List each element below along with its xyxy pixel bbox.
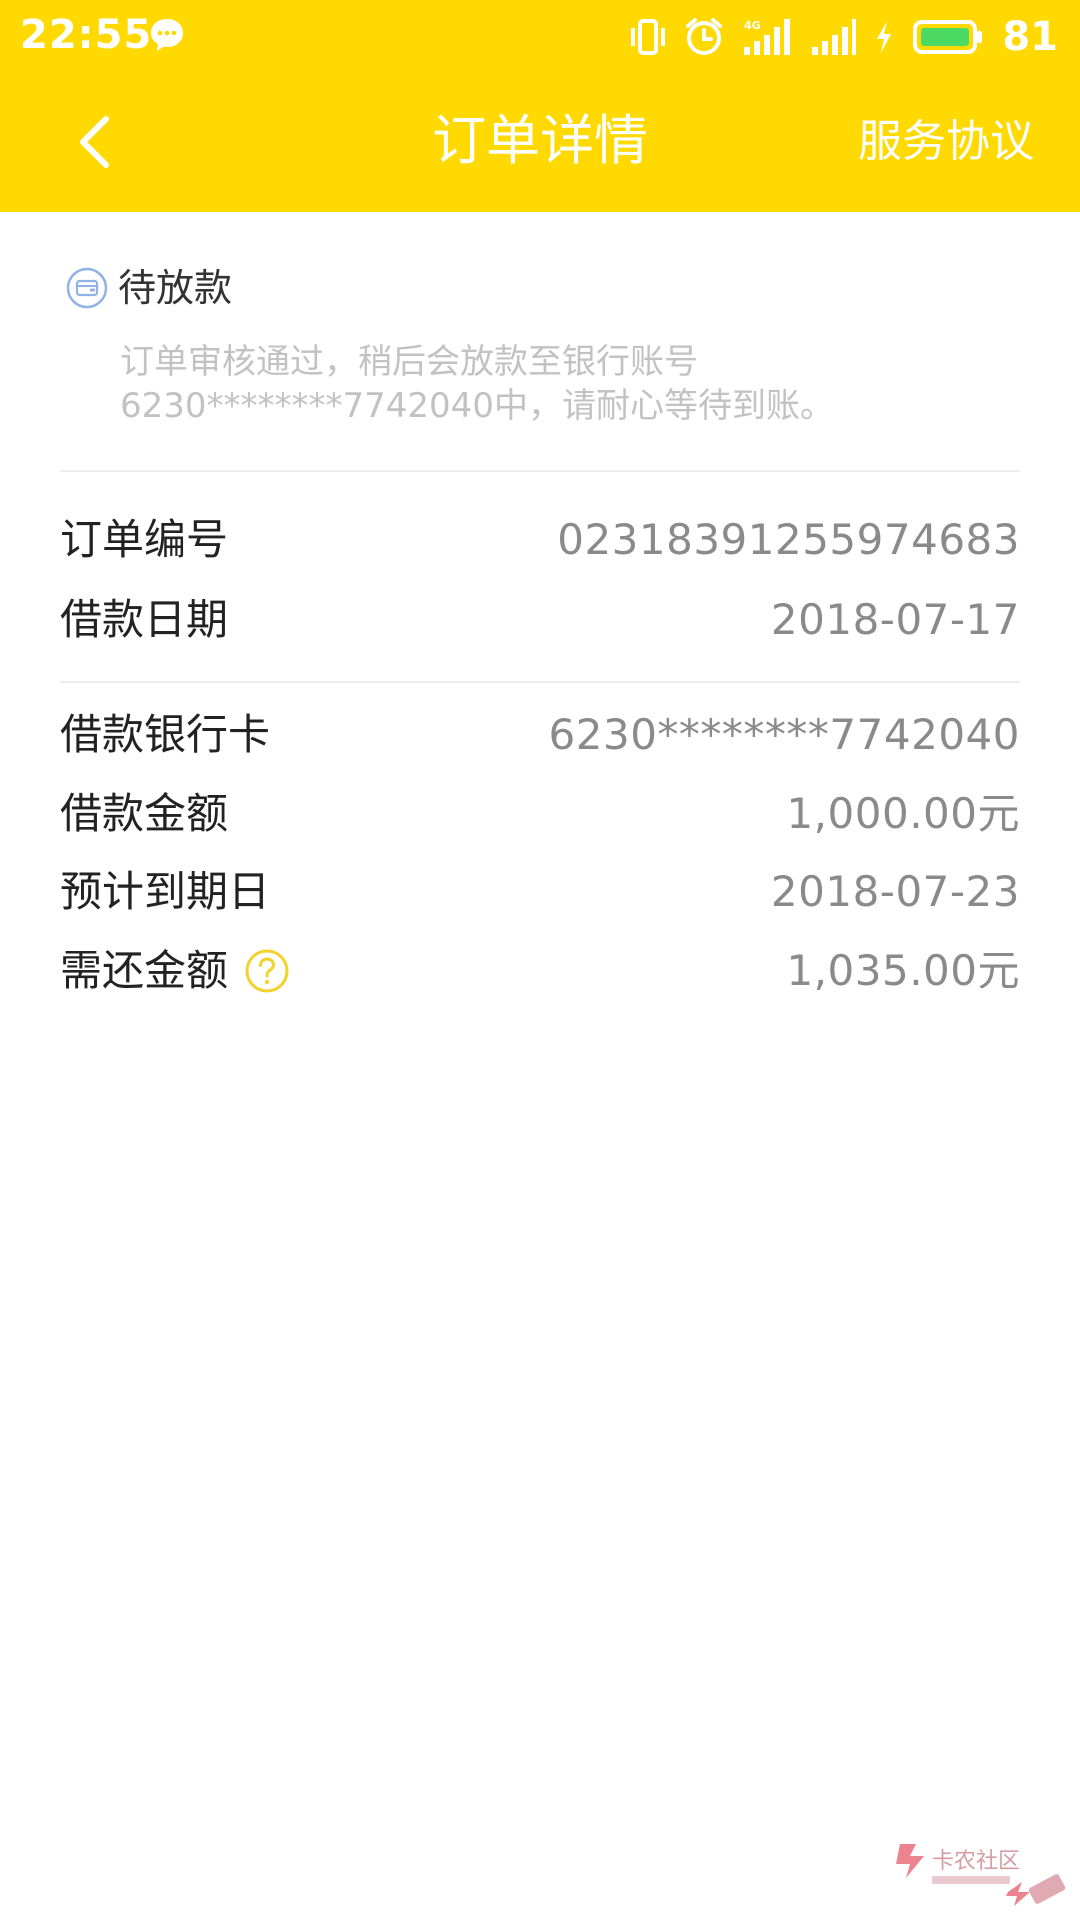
divider <box>60 470 1020 472</box>
row-label: 借款日期 <box>60 595 229 644</box>
info-row-loan-date: 借款日期 2018-07-17 <box>60 585 1020 655</box>
row-value: 2018-07-17 <box>770 595 1020 644</box>
watermark-text: 卡农社区 <box>932 1849 1020 1874</box>
status-time: 22:55 <box>20 12 153 58</box>
question-icon[interactable] <box>244 948 290 994</box>
row-label: 订单编号 <box>60 515 229 564</box>
row-label: 借款银行卡 <box>60 710 271 759</box>
network-type-label: 4G <box>744 19 761 32</box>
row-value: 1,035.00元 <box>786 946 1020 995</box>
service-agreement-link[interactable]: 服务协议 <box>858 114 1034 170</box>
chat-notification-icon <box>151 19 183 51</box>
row-value: 02318391255974683 <box>557 515 1020 564</box>
order-status-description: 订单审核通过，稍后会放款至银行账号6230********7742040中，请耐… <box>120 342 834 426</box>
vibrate-icon <box>631 19 666 55</box>
repay-amount-label: 需还金额 <box>60 946 229 995</box>
row-value: 6230********7742040 <box>548 710 1020 759</box>
signal-4g-icon: 4G <box>744 19 791 55</box>
info-row-loan-amount: 借款金额 1,000.00元 <box>60 779 1020 849</box>
row-value: 1,000.00元 <box>786 789 1020 838</box>
status-bar: 22:55 4G 81 <box>0 0 1080 70</box>
info-row-repay-amount: 需还金额 1,035.00元 <box>60 936 1020 1006</box>
charging-icon <box>877 21 892 53</box>
order-status-title: 待放款 <box>118 266 233 310</box>
status-title-row: 待放款 <box>66 264 232 312</box>
row-label: 需还金额 <box>60 936 290 1006</box>
row-label: 预计到期日 <box>60 867 271 916</box>
header: 22:55 4G 81 订单详情 服务协议 <box>0 0 1080 212</box>
nav-bar: 订单详情 服务协议 <box>0 70 1080 212</box>
divider <box>60 681 1020 683</box>
battery-icon <box>913 20 983 54</box>
row-value: 2018-07-23 <box>770 867 1020 916</box>
status-icons: 4G 81 <box>630 12 1058 62</box>
wallet-icon <box>66 267 108 309</box>
row-label: 借款金额 <box>60 789 229 838</box>
watermark-logo: 卡农社区 <box>896 1844 1066 1906</box>
battery-level: 81 <box>1002 14 1058 60</box>
info-row-bank-card: 借款银行卡 6230********7742040 <box>60 700 1020 770</box>
info-row-order-number: 订单编号 02318391255974683 <box>60 505 1020 575</box>
alarm-icon <box>686 18 723 55</box>
info-row-due-date: 预计到期日 2018-07-23 <box>60 857 1020 927</box>
signal-icon <box>812 19 857 55</box>
